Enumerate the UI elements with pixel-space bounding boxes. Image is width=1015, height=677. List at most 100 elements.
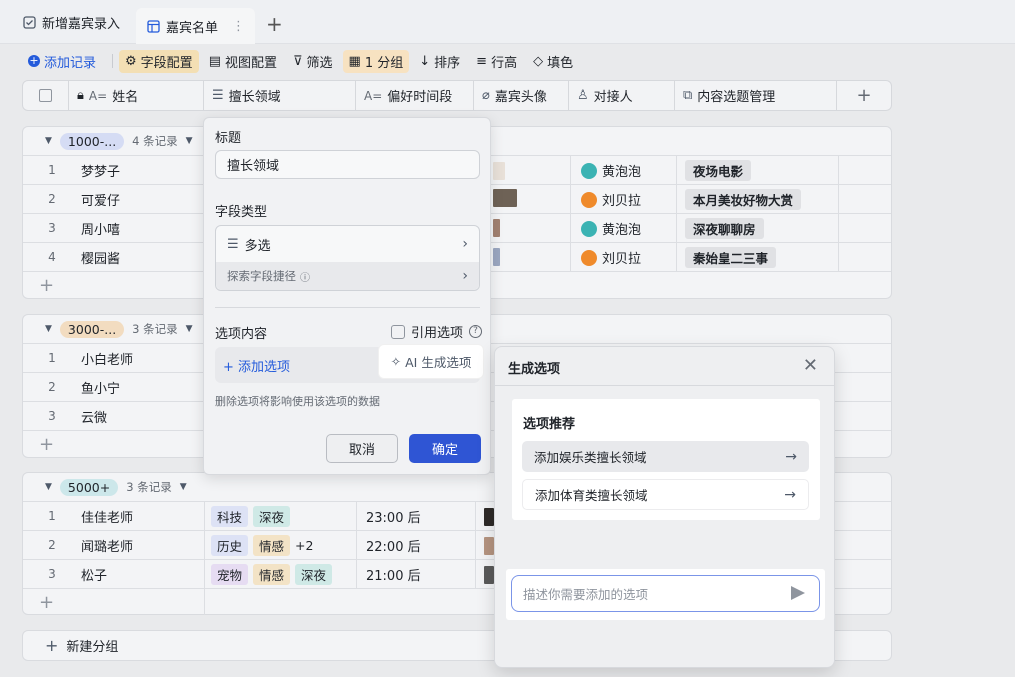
time-cell[interactable]: 22:00 后 — [366, 531, 421, 560]
field-config-panel: 标题 擅长领域 字段类型 ☰ 多选 › 探索字段捷径 ⓘ › 选项内容 引用选项… — [203, 117, 491, 475]
title-input[interactable]: 擅长领域 — [215, 150, 480, 179]
expertise-cell[interactable]: 历史 情感 +2 — [211, 531, 313, 560]
explore-shortcut[interactable]: 探索字段捷径 ⓘ › — [216, 262, 479, 290]
contact-name: 黄泡泡 — [602, 223, 642, 238]
field-type-dropdown[interactable]: ☰ 多选 › — [216, 226, 479, 262]
column-header-time[interactable]: A= 偏好时间段 — [356, 81, 474, 110]
cancel-button[interactable]: 取消 — [326, 434, 398, 463]
add-record-button[interactable]: + 添加记录 — [22, 50, 102, 73]
field-type-label: 字段类型 — [215, 205, 268, 220]
avatar-thumbnail[interactable] — [484, 537, 494, 555]
time-cell[interactable]: 21:00 后 — [366, 560, 421, 589]
column-header-contact[interactable]: ♙ 对接人 — [569, 81, 675, 110]
select-all-checkbox[interactable] — [23, 81, 69, 110]
close-icon[interactable]: ✕ — [803, 355, 818, 376]
recommendation-item-entertainment[interactable]: 添加娱乐类擅长领域 → — [522, 441, 809, 472]
time-value: 23:00 后 — [366, 511, 421, 526]
arrow-right-icon: → — [784, 486, 796, 503]
filter-icon: ⊽ — [293, 53, 303, 69]
avatar-thumbnail[interactable] — [493, 219, 500, 237]
avatar-thumbnail[interactable] — [493, 248, 500, 266]
ai-generate-button[interactable]: ✧ AI 生成选项 — [379, 345, 483, 378]
guest-name: 佳佳老师 — [81, 510, 134, 526]
tab-label: 新增嘉宾录入 — [42, 16, 121, 32]
recommendation-item-sports[interactable]: 添加体育类擅长领域 → — [522, 479, 809, 510]
avatar-thumbnail[interactable] — [493, 189, 517, 207]
chevron-down-icon[interactable]: ▼ — [180, 482, 187, 492]
contact-cell[interactable]: 黄泡泡 — [581, 156, 641, 185]
paint-bucket-icon: ◇ — [533, 53, 544, 69]
sort-button[interactable]: ↓ 排序 — [413, 50, 466, 73]
column-header-topic[interactable]: ⧉ 内容选题管理 — [675, 81, 837, 110]
filter-label: 筛选 — [306, 55, 333, 71]
checkbox[interactable] — [391, 324, 405, 339]
row-number: 1 — [48, 163, 56, 177]
field-config-button[interactable]: ⚙ 字段配置 — [119, 49, 199, 73]
guest-name: 闻璐老师 — [81, 539, 134, 555]
chevron-down-icon[interactable]: ▼ — [186, 324, 193, 334]
row-height-label: 行高 — [491, 55, 518, 71]
time-cell[interactable]: 23:00 后 — [366, 502, 421, 531]
contact-cell[interactable]: 黄泡泡 — [581, 214, 641, 243]
view-config-button[interactable]: ▤ 视图配置 — [203, 50, 283, 73]
tab-guest-list[interactable]: 嘉宾名单 ⋮ — [136, 8, 256, 44]
tag: 深夜 — [295, 564, 333, 585]
filter-button[interactable]: ⊽ 筛选 — [287, 50, 339, 73]
topic-cell[interactable]: 本月美妆好物大赏 — [685, 185, 802, 214]
fill-color-button[interactable]: ◇ 填色 — [527, 50, 579, 73]
contact-cell[interactable]: 刘贝拉 — [581, 185, 641, 214]
link-icon: ⧉ — [683, 88, 693, 103]
row-height-button[interactable]: ≡ 行高 — [470, 50, 523, 73]
column-label: 嘉宾头像 — [494, 90, 547, 105]
topic-cell[interactable]: 深夜聊聊房 — [685, 214, 764, 243]
column-divider — [204, 502, 205, 615]
generate-options-dialog: 生成选项 ✕ 选项推荐 添加娱乐类擅长领域 → 添加体育类擅长领域 → 描述你需… — [494, 346, 835, 668]
divider — [215, 307, 480, 308]
contact-cell[interactable]: 刘贝拉 — [581, 243, 641, 272]
prompt-input[interactable]: 描述你需要添加的选项 — [511, 575, 820, 612]
send-icon[interactable] — [791, 586, 805, 600]
collapse-icon[interactable]: ▼ — [45, 482, 52, 492]
column-label: 姓名 — [112, 90, 139, 105]
topic-cell[interactable]: 秦始皇二三事 — [685, 243, 777, 272]
avatar-thumbnail[interactable] — [493, 162, 505, 180]
view-config-label: 视图配置 — [224, 55, 277, 71]
group-button[interactable]: ▦ 1 分组 — [342, 49, 410, 73]
guest-name: 松子 — [81, 568, 108, 584]
dialog-title: 生成选项 — [508, 362, 561, 377]
topic-cell[interactable]: 夜场电影 — [685, 156, 752, 185]
column-divider — [356, 502, 357, 589]
title-label: 标题 — [215, 131, 242, 146]
column-divider — [838, 156, 839, 272]
column-header-avatar[interactable]: ⌀ 嘉宾头像 — [474, 81, 569, 110]
collapse-icon[interactable]: ▼ — [45, 324, 52, 334]
divider — [495, 385, 834, 386]
table-view: + 添加记录 ⚙ 字段配置 ▤ 视图配置 ⊽ 筛选 ▦ 1 分组 ↓ 排序 ≡ … — [0, 44, 1015, 677]
row-number: 3 — [48, 567, 56, 581]
more-icon[interactable]: ⋮ — [232, 19, 245, 34]
help-icon[interactable]: ? — [469, 325, 483, 338]
group-count: 4 条记录 — [132, 134, 178, 148]
reference-option-toggle[interactable]: 引用选项 ? — [391, 322, 483, 341]
plus-icon: + — [28, 54, 40, 67]
table-icon — [146, 19, 160, 33]
expertise-cell[interactable]: 科技 深夜 — [211, 502, 291, 531]
tag: 情感 — [253, 535, 291, 556]
chevron-down-icon[interactable]: ▼ — [186, 136, 193, 146]
tab-guest-entry[interactable]: 新增嘉宾录入 — [12, 6, 130, 38]
add-option-button[interactable]: + 添加选项 — [223, 356, 290, 375]
collapse-icon[interactable]: ▼ — [45, 136, 52, 146]
column-header-name[interactable]: 🔒︎ A= 姓名 — [69, 81, 204, 110]
confirm-button[interactable]: 确定 — [409, 434, 481, 463]
add-tab-button[interactable]: + — [266, 12, 283, 36]
tab-bar: 新增嘉宾录入 嘉宾名单 ⋮ + — [0, 0, 1015, 44]
avatar-thumbnail[interactable] — [484, 566, 494, 584]
topic-link: 夜场电影 — [685, 160, 752, 181]
group-label: 1 分组 — [364, 55, 404, 71]
gear-icon: ⚙ — [125, 53, 137, 69]
column-header-expertise[interactable]: ☰ 擅长领域 — [204, 81, 356, 110]
avatar-thumbnail[interactable] — [484, 508, 494, 526]
add-column-button[interactable]: + — [837, 81, 891, 110]
column-label: 对接人 — [593, 90, 633, 105]
expertise-cell[interactable]: 宠物 情感 深夜 — [211, 560, 333, 589]
